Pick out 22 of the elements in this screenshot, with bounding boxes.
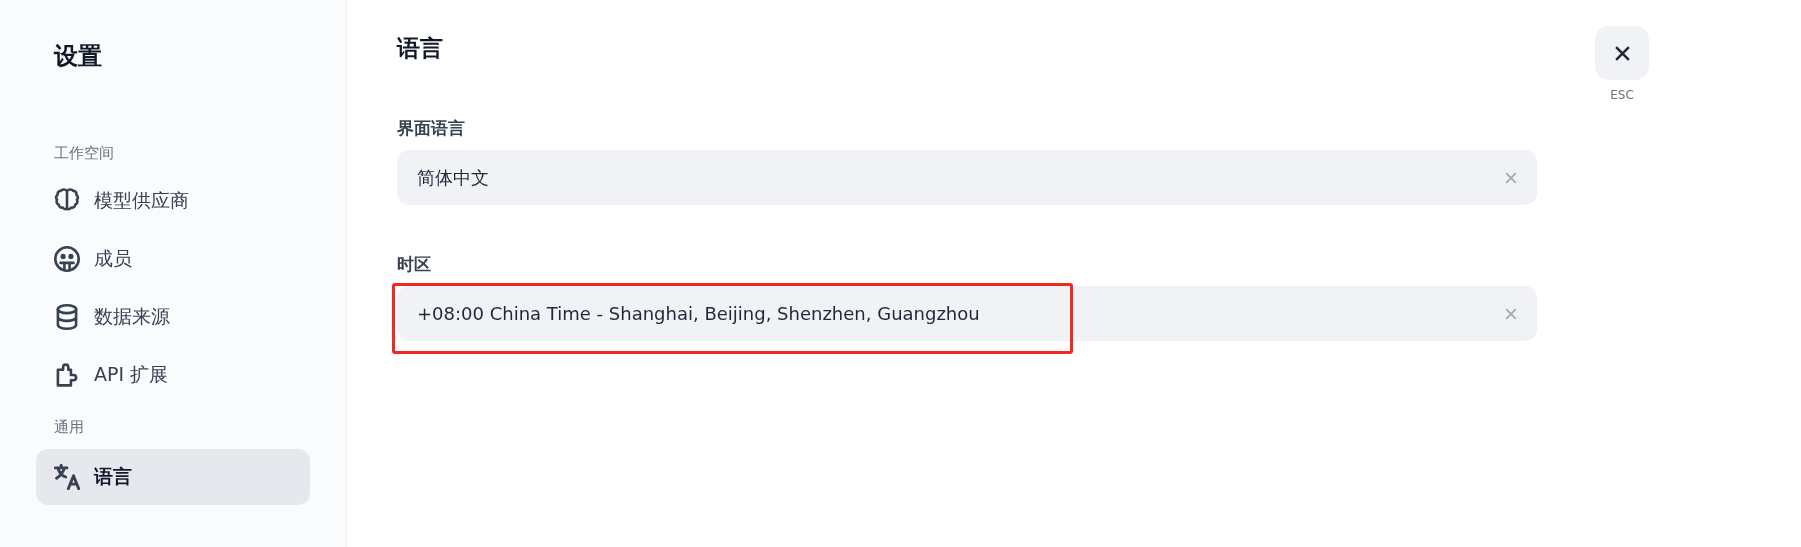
select-field[interactable]: 简体中文 — [397, 150, 1537, 205]
puzzle-icon — [54, 362, 80, 388]
nav-item[interactable]: 语言 — [36, 449, 310, 505]
nav-item[interactable]: 模型供应商 — [36, 173, 310, 229]
nav-item[interactable]: 成员 — [36, 231, 310, 287]
sidebar-title: 设置 — [52, 41, 103, 72]
close-button[interactable] — [1595, 26, 1649, 80]
face-icon — [54, 246, 80, 272]
field-label: 时区 — [397, 253, 432, 276]
section-heading: 通用 — [53, 417, 85, 438]
clear-icon[interactable] — [1505, 307, 1517, 320]
translate-icon — [54, 464, 80, 490]
page-title: 语言 — [397, 34, 444, 63]
close-icon — [1613, 44, 1631, 62]
nav-item[interactable]: 数据来源 — [36, 289, 310, 345]
section-heading: 工作空间 — [53, 143, 115, 164]
shortcut-hint: ESC — [1610, 88, 1634, 102]
clear-icon[interactable] — [1505, 171, 1517, 184]
nav-item[interactable]: API 扩展 — [36, 347, 310, 403]
database-icon — [54, 304, 80, 330]
field-label: 界面语言 — [397, 117, 466, 140]
select-field[interactable]: +08:00 China Time - Shanghai, Beijing, Shenzhen, Guangzhou — [397, 286, 1537, 341]
